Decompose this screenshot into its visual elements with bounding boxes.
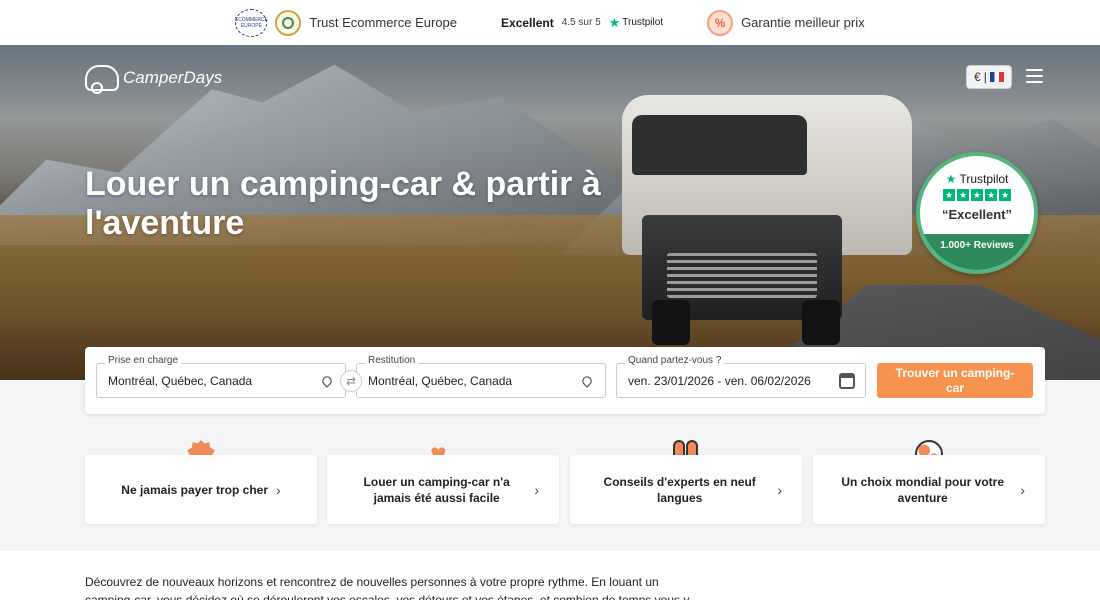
trustpilot-stars: ★ ★ ★ ★ ★ [920, 189, 1034, 201]
star-icon: ★ [999, 189, 1011, 201]
feature-cards: Ne jamais payer trop cher › ♥ Louer un ca… [85, 440, 1045, 525]
trustpilot-score: 4.5 sur 5 [561, 17, 601, 28]
pickup-label: Prise en charge [105, 355, 182, 366]
hero-section: CamperDays € | Louer un camping-car & pa… [0, 45, 1100, 380]
trustpilot-badge[interactable]: ★ Trustpilot ★ ★ ★ ★ ★ “Excellent” 1.000+ Re… [916, 152, 1038, 274]
trustpilot-badge-reviews: 1.000+ Reviews [920, 234, 1034, 270]
feature-card-label: Un choix mondial pour votre aventure [841, 474, 1004, 505]
dates-field[interactable]: Quand partez-vous ? ven. 23/01/2026 - ve… [616, 355, 866, 398]
feature-card-label: Ne jamais payer trop cher [121, 482, 269, 497]
trustpilot-brand: Trustpilot [622, 17, 664, 28]
currency-language-selector[interactable]: € | [966, 65, 1012, 89]
camper-logo-icon [85, 65, 119, 94]
search-button[interactable]: Trouver un camping-car [877, 363, 1033, 398]
logo-text: CamperDays [123, 68, 223, 87]
trustpilot-excellent: Excellent [501, 15, 554, 30]
chevron-right-icon: › [534, 481, 539, 498]
page-title: Louer un camping-car & partir à l'aventu… [85, 165, 601, 242]
percent-icon: % [707, 9, 734, 36]
chevron-right-icon: › [777, 481, 782, 498]
intro-section: Découvrez de nouveaux horizons et rencon… [0, 551, 1100, 600]
star-icon: ★ [943, 189, 955, 201]
search-form: Prise en charge Montréal, Québec, Canada… [85, 347, 1045, 414]
star-icon: ★ [985, 189, 997, 201]
france-flag-icon [989, 72, 1004, 82]
chevron-right-icon: › [276, 481, 281, 498]
return-field[interactable]: Restitution Montréal, Québec, Canada [356, 355, 606, 398]
calendar-icon [839, 373, 855, 389]
feature-card-price[interactable]: Ne jamais payer trop cher › [85, 455, 317, 524]
trust-seal-icon [275, 9, 302, 36]
feature-card-label: Conseils d'experts en neuf langues [603, 474, 756, 505]
feature-card-experts[interactable]: Conseils d'experts en neuf langues › [570, 455, 802, 524]
chevron-right-icon: › [1020, 481, 1025, 498]
trust-ecommerce-item[interactable]: ECOMMERCE EUROPE Trust Ecommerce Europe [234, 8, 458, 37]
trustpilot-badge-brand: Trustpilot [959, 172, 1009, 186]
trust-ecommerce-label: Trust Ecommerce Europe [309, 15, 458, 30]
trustpilot-rating-item[interactable]: Excellent 4.5 sur 5 ★ Trustpilot [501, 15, 663, 31]
feature-card-easy[interactable]: Louer un camping-car n'a jamais été auss… [327, 455, 559, 524]
swap-locations-icon[interactable]: ⇄ [340, 370, 362, 392]
return-value: Montréal, Québec, Canada [368, 374, 513, 388]
feature-card-label: Louer un camping-car n'a jamais été auss… [363, 474, 510, 505]
hero-camper-image [612, 95, 912, 345]
intro-text: Découvrez de nouveaux horizons et rencon… [85, 575, 690, 600]
dates-label: Quand partez-vous ? [625, 355, 725, 366]
camperdays-logo[interactable]: CamperDays [85, 65, 223, 94]
location-pin-icon [320, 374, 334, 388]
ecommerce-europe-logo-text: ECOMMERCE EUROPE [234, 16, 268, 29]
trustpilot-badge-star-icon: ★ [945, 172, 957, 186]
best-price-label: Garantie meilleur prix [741, 15, 865, 30]
hamburger-icon[interactable] [1026, 69, 1043, 83]
trustpilot-star-icon: ★ [608, 14, 621, 30]
star-icon: ★ [957, 189, 969, 201]
pickup-value: Montréal, Québec, Canada [108, 374, 253, 388]
location-pin-icon [580, 374, 594, 388]
feature-card-worldwide[interactable]: Un choix mondial pour votre aventure › [813, 455, 1045, 524]
pickup-field[interactable]: Prise en charge Montréal, Québec, Canada [96, 355, 346, 398]
return-label: Restitution [365, 355, 419, 366]
ecommerce-europe-logo: ECOMMERCE EUROPE [234, 8, 268, 37]
best-price-item[interactable]: % Garantie meilleur prix [707, 9, 865, 36]
currency-separator: | [983, 70, 987, 84]
dates-value: ven. 23/01/2026 - ven. 06/02/2026 [628, 374, 811, 388]
currency-symbol: € [974, 70, 981, 84]
star-icon: ★ [971, 189, 983, 201]
trust-bar: ECOMMERCE EUROPE Trust Ecommerce Europe … [0, 0, 1100, 45]
top-nav: CamperDays € | [85, 65, 1045, 94]
trustpilot-badge-rating: “Excellent” [941, 207, 1013, 222]
